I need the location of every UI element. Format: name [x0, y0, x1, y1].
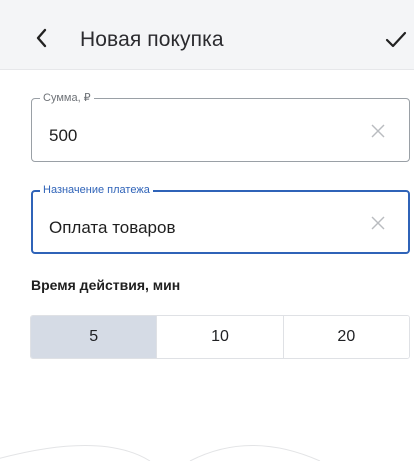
top-bar: Новая покупка [0, 0, 414, 70]
chevron-left-icon [36, 28, 47, 48]
back-button[interactable] [30, 26, 54, 50]
amount-value[interactable]: 500 [49, 126, 77, 146]
confirm-button[interactable] [383, 27, 409, 53]
amount-field[interactable]: Сумма, ₽ 500 [31, 91, 410, 162]
segment-option-10[interactable]: 10 [157, 316, 284, 358]
purpose-label: Назначение платежа [40, 183, 153, 197]
amount-label: Сумма, ₽ [40, 91, 94, 105]
purpose-field[interactable]: Назначение платежа Оплата товаров [31, 183, 410, 254]
close-icon [371, 216, 385, 230]
segment-option-5[interactable]: 5 [31, 316, 158, 358]
close-icon [371, 124, 385, 138]
segment-option-20[interactable]: 20 [283, 316, 409, 358]
checkmark-icon [385, 31, 407, 48]
purpose-clear-button[interactable] [371, 216, 385, 230]
validity-selector: 5 10 20 [30, 315, 410, 359]
purpose-value[interactable]: Оплата товаров [49, 218, 176, 238]
bottom-decoration [0, 445, 321, 461]
validity-title: Время действия, мин [31, 277, 181, 293]
amount-clear-button[interactable] [371, 124, 385, 138]
page-title: Новая покупка [80, 28, 224, 51]
